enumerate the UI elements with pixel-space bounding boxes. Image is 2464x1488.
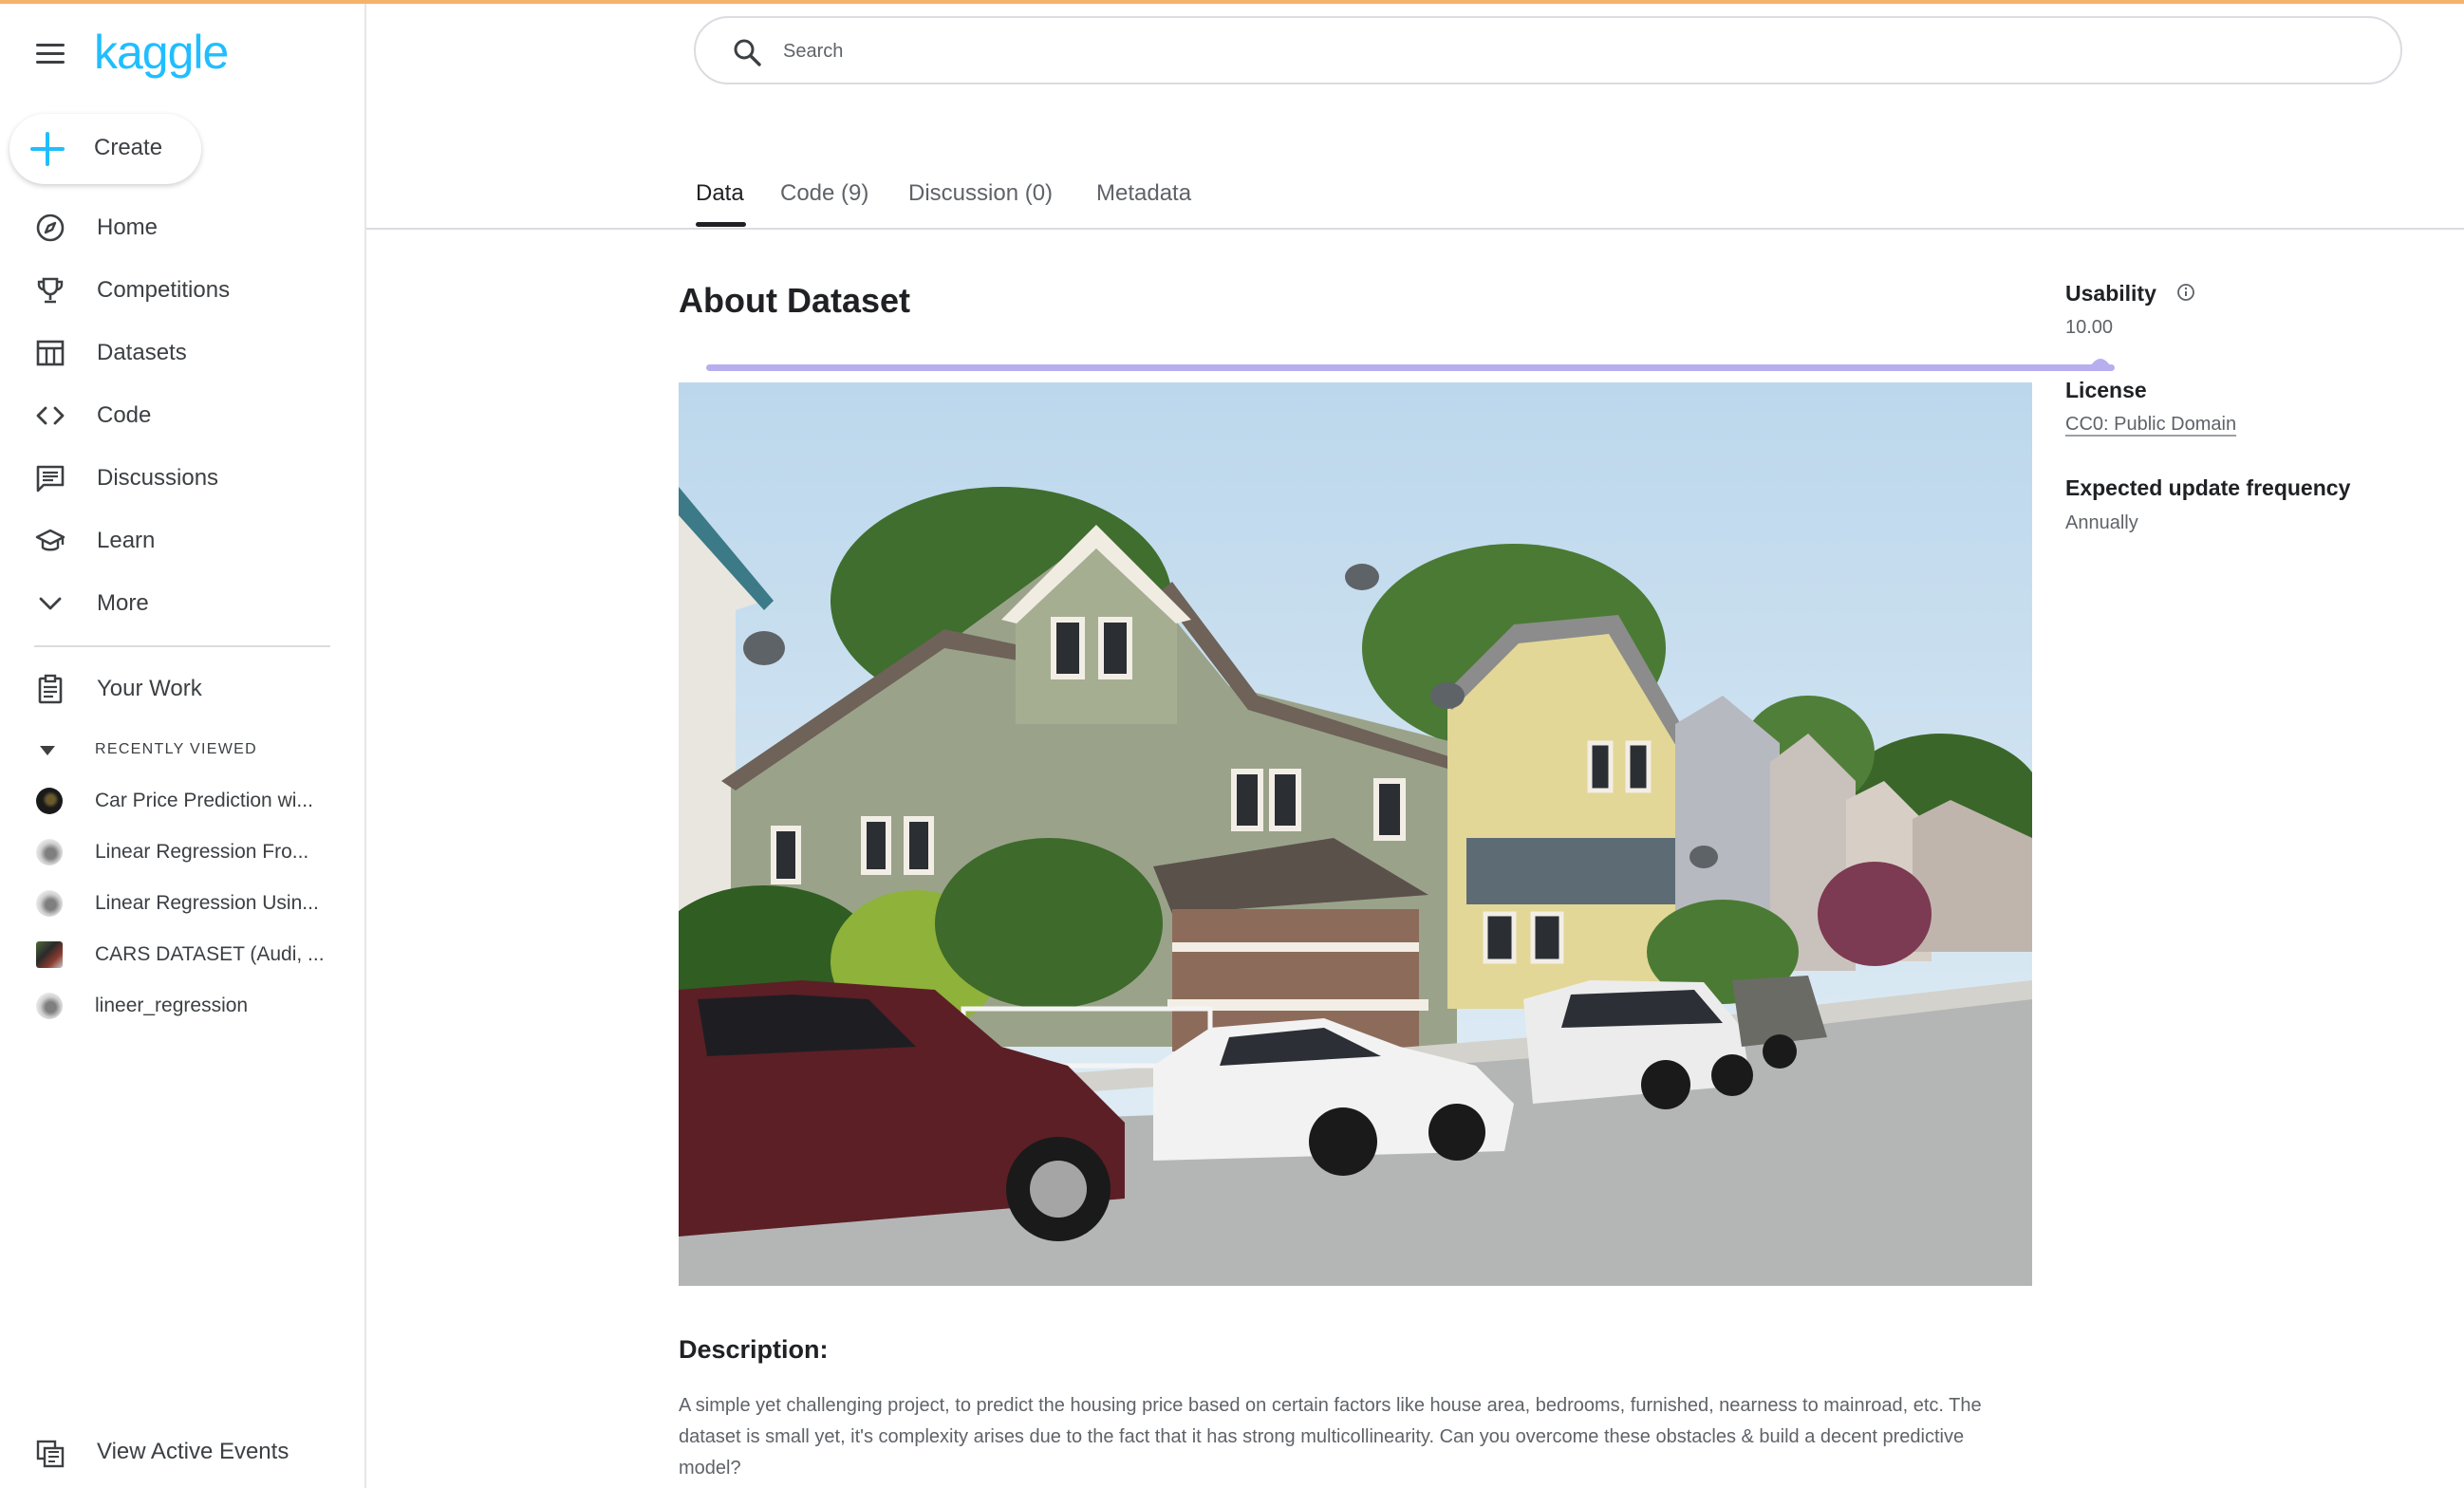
tab-code[interactable]: Code (9) xyxy=(780,180,868,207)
sidebar-item-learn[interactable]: Learn xyxy=(0,512,366,569)
sidebar-item-label: Discussions xyxy=(97,465,219,491)
recently-viewed-item[interactable]: lineer_regression xyxy=(0,985,366,1027)
usability-marker-icon xyxy=(2089,359,2112,368)
top-accent-bar xyxy=(0,0,2464,4)
license-link[interactable]: CC0: Public Domain xyxy=(2065,414,2236,436)
sidebar-item-datasets[interactable]: Datasets xyxy=(0,325,366,381)
sidebar-divider xyxy=(34,645,330,647)
recently-viewed-label: Linear Regression Fro... xyxy=(95,841,309,863)
usability-bar xyxy=(706,364,2115,371)
kaggle-logo[interactable]: kaggle xyxy=(94,25,229,80)
table-icon xyxy=(34,337,66,369)
item-thumbnail xyxy=(36,839,63,865)
tab-discussion[interactable]: Discussion (0) xyxy=(908,180,1053,207)
menu-icon[interactable] xyxy=(36,44,65,65)
trophy-icon xyxy=(34,274,66,307)
recently-viewed-heading: RECENTLY VIEWED xyxy=(95,741,257,757)
plus-icon xyxy=(30,132,65,166)
recently-viewed-label: lineer_regression xyxy=(95,995,249,1016)
code-brackets-icon xyxy=(34,400,66,432)
description-heading: Description: xyxy=(679,1335,829,1364)
search-input[interactable] xyxy=(783,35,2349,67)
search-icon xyxy=(732,37,762,67)
view-active-events-button[interactable]: View Active Events xyxy=(0,1425,366,1482)
comment-icon xyxy=(34,462,66,494)
item-thumbnail xyxy=(36,890,63,917)
recently-viewed-item[interactable]: Linear Regression Fro... xyxy=(0,831,366,873)
sidebar-item-label: More xyxy=(97,590,149,616)
recently-viewed-toggle[interactable]: RECENTLY VIEWED xyxy=(34,740,256,761)
recently-viewed-item[interactable]: Car Price Prediction wi... xyxy=(0,780,366,822)
usability-value: 10.00 xyxy=(2065,317,2114,338)
license-label: License xyxy=(2065,378,2147,402)
sidebar-item-discussions[interactable]: Discussions xyxy=(0,450,366,507)
description-text: A simple yet challenging project, to pre… xyxy=(679,1395,1982,1479)
dataset-cover-image xyxy=(679,382,2032,1286)
dataset-tabs: Data Code (9) Discussion (0) Metadata xyxy=(366,171,2464,230)
item-thumbnail xyxy=(36,993,63,1019)
item-thumbnail xyxy=(36,788,63,814)
recently-viewed-item[interactable]: CARS DATASET (Audi, ... xyxy=(0,934,366,976)
sidebar-item-label: Datasets xyxy=(97,340,187,365)
caret-down-icon xyxy=(40,746,55,755)
recently-viewed-label: CARS DATASET (Audi, ... xyxy=(95,943,325,965)
chevron-down-icon xyxy=(34,587,66,620)
recently-viewed-label: Linear Regression Usin... xyxy=(95,892,319,914)
update-frequency-value: Annually xyxy=(2065,512,2138,533)
tab-metadata[interactable]: Metadata xyxy=(1096,180,1191,207)
search-bar xyxy=(694,16,2402,84)
create-button-label: Create xyxy=(94,135,163,160)
usability-label: Usability xyxy=(2065,281,2156,306)
create-button[interactable]: Create xyxy=(9,114,201,184)
tab-data[interactable]: Data xyxy=(696,180,744,207)
sidebar-item-label: Learn xyxy=(97,528,156,553)
info-icon[interactable] xyxy=(2176,283,2195,302)
sidebar-item-label: Home xyxy=(97,214,159,240)
view-active-events-label: View Active Events xyxy=(97,1439,289,1464)
active-tab-indicator xyxy=(696,222,746,227)
page-title: About Dataset xyxy=(679,281,911,320)
sidebar-item-code[interactable]: Code xyxy=(0,387,366,444)
sidebar-item-label: Competitions xyxy=(97,277,231,303)
compass-icon xyxy=(34,212,66,244)
events-icon xyxy=(34,1438,66,1470)
sidebar-item-more[interactable]: More xyxy=(0,575,366,632)
item-thumbnail xyxy=(36,941,63,968)
clipboard-icon xyxy=(34,673,66,705)
sidebar-item-home[interactable]: Home xyxy=(0,199,366,256)
update-frequency-label: Expected update frequency xyxy=(2065,475,2351,500)
sidebar: kaggle Create Home Competitions Datasets… xyxy=(0,4,366,1488)
sidebar-item-competitions[interactable]: Competitions xyxy=(0,262,366,319)
sidebar-item-your-work[interactable]: Your Work xyxy=(0,660,366,717)
recently-viewed-label: Car Price Prediction wi... xyxy=(95,790,313,811)
graduation-cap-icon xyxy=(34,525,66,557)
sidebar-item-label: Your Work xyxy=(97,676,202,701)
sidebar-item-label: Code xyxy=(97,402,152,428)
recently-viewed-item[interactable]: Linear Regression Usin... xyxy=(0,883,366,924)
